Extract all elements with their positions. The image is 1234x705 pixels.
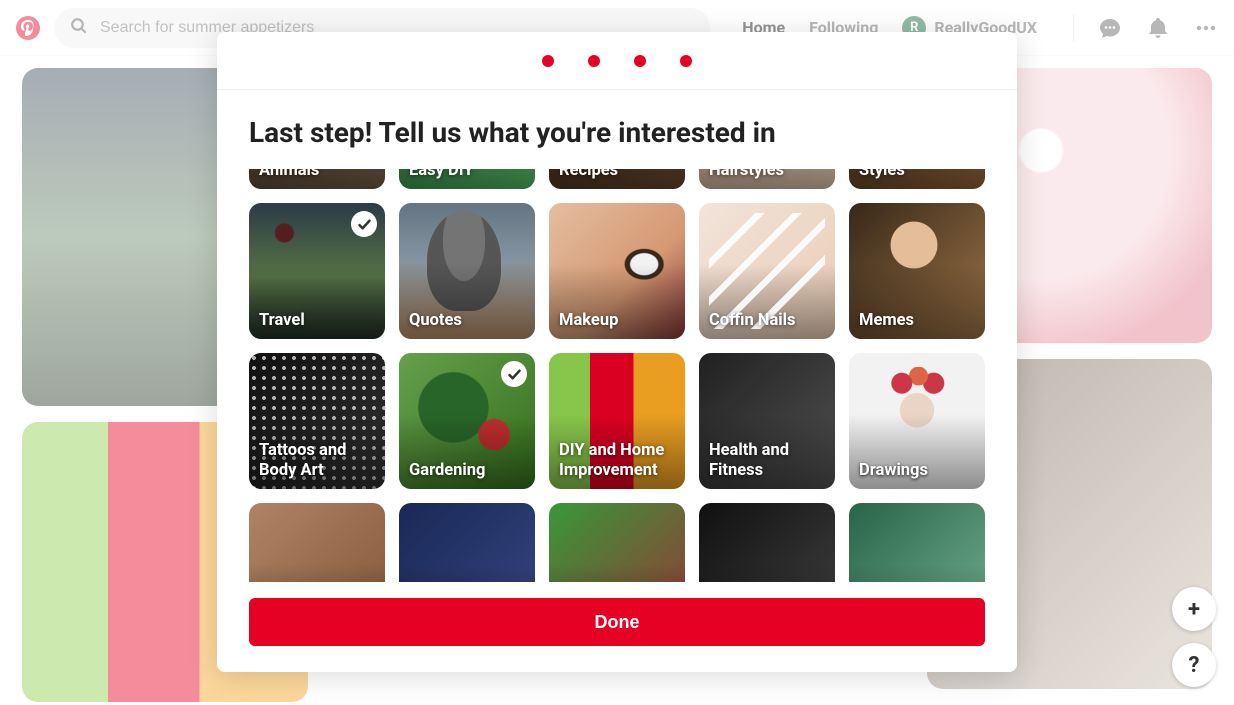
interest-tile-memes[interactable]: Memes bbox=[849, 203, 985, 339]
interest-tile-health-fitness[interactable]: Health and Fitness bbox=[699, 353, 835, 489]
step-dot bbox=[542, 55, 554, 67]
messages-icon[interactable] bbox=[1098, 16, 1122, 40]
tile-shade bbox=[849, 503, 985, 582]
selected-check-icon bbox=[501, 361, 527, 387]
header-divider bbox=[1073, 14, 1074, 42]
interest-scroll[interactable]: Animals Easy DIY Recipes Hairstyles Styl… bbox=[217, 169, 1017, 582]
interest-label: Styles bbox=[849, 169, 915, 189]
interest-label: Quotes bbox=[399, 303, 472, 339]
more-icon[interactable] bbox=[1194, 16, 1218, 40]
interest-tile[interactable] bbox=[549, 503, 685, 582]
tile-shade bbox=[549, 503, 685, 582]
interest-tile-styles[interactable]: Styles bbox=[849, 169, 985, 189]
interest-tile[interactable] bbox=[699, 503, 835, 582]
notifications-icon[interactable] bbox=[1146, 16, 1170, 40]
done-button[interactable]: Done bbox=[249, 598, 985, 646]
interest-label: Coffin Nails bbox=[699, 303, 805, 339]
selected-check-icon bbox=[351, 211, 377, 237]
interest-label: Memes bbox=[849, 303, 924, 339]
search-icon bbox=[70, 17, 88, 39]
interest-tile-hairstyles[interactable]: Hairstyles bbox=[699, 169, 835, 189]
fab-stack: + ? bbox=[1172, 587, 1216, 687]
interest-label: DIY and Home Improvement bbox=[549, 433, 685, 489]
stepper bbox=[217, 32, 1017, 90]
interest-label: Tattoos and Body Art bbox=[249, 433, 385, 489]
interest-tile-diy-home[interactable]: DIY and Home Improvement bbox=[549, 353, 685, 489]
interest-label: Health and Fitness bbox=[699, 433, 835, 489]
interest-label: Travel bbox=[249, 303, 315, 339]
interest-tile-drawings[interactable]: Drawings bbox=[849, 353, 985, 489]
interest-tile-quotes[interactable]: Quotes bbox=[399, 203, 535, 339]
onboarding-modal: Last step! Tell us what you're intereste… bbox=[217, 32, 1017, 672]
modal-footer: Done bbox=[217, 582, 1017, 672]
interest-label: Hairstyles bbox=[699, 169, 794, 189]
interest-label: Drawings bbox=[849, 453, 938, 489]
interest-grid: Animals Easy DIY Recipes Hairstyles Styl… bbox=[249, 169, 985, 582]
step-dot bbox=[680, 55, 692, 67]
tile-shade bbox=[399, 503, 535, 582]
interest-label: Animals bbox=[249, 169, 329, 189]
help-fab[interactable]: ? bbox=[1172, 643, 1216, 687]
interest-label: Gardening bbox=[399, 453, 495, 489]
interest-tile-gardening[interactable]: Gardening bbox=[399, 353, 535, 489]
interest-tile[interactable] bbox=[849, 503, 985, 582]
tile-shade bbox=[699, 503, 835, 582]
interest-tile-tattoos[interactable]: Tattoos and Body Art bbox=[249, 353, 385, 489]
step-dot bbox=[634, 55, 646, 67]
interest-tile-animals[interactable]: Animals bbox=[249, 169, 385, 189]
modal-title: Last step! Tell us what you're intereste… bbox=[217, 90, 1017, 169]
interest-label: Makeup bbox=[549, 303, 628, 339]
interest-tile-makeup[interactable]: Makeup bbox=[549, 203, 685, 339]
interest-label: Easy DIY bbox=[399, 169, 484, 189]
interest-tile-travel[interactable]: Travel bbox=[249, 203, 385, 339]
interest-tile[interactable] bbox=[249, 503, 385, 582]
add-fab[interactable]: + bbox=[1172, 587, 1216, 631]
interest-tile-coffin-nails[interactable]: Coffin Nails bbox=[699, 203, 835, 339]
interest-tile-easy-diy[interactable]: Easy DIY bbox=[399, 169, 535, 189]
tile-shade bbox=[249, 503, 385, 582]
interest-tile-recipes[interactable]: Recipes bbox=[549, 169, 685, 189]
interest-label: Recipes bbox=[549, 169, 628, 189]
step-dot bbox=[588, 55, 600, 67]
interest-tile[interactable] bbox=[399, 503, 535, 582]
header-icons bbox=[1098, 16, 1218, 40]
pinterest-logo-icon[interactable] bbox=[16, 16, 40, 40]
